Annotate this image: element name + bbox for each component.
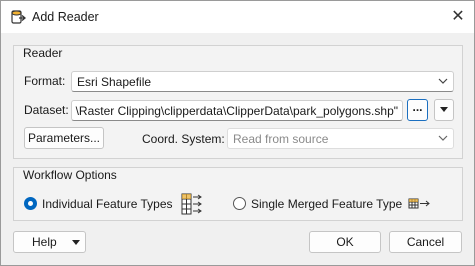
close-icon: ✕	[451, 8, 465, 25]
browse-button[interactable]: ...	[407, 99, 428, 121]
chevron-down-icon	[438, 78, 448, 84]
parameters-button[interactable]: Parameters...	[24, 127, 104, 149]
dataset-value: \Raster Clipping\clipperdata\ClipperData…	[75, 104, 398, 118]
ok-button[interactable]: OK	[309, 231, 381, 253]
merged-feature-type-icon	[408, 198, 430, 209]
add-reader-dialog: Add Reader ✕ Reader Format: Esri Shapefi…	[0, 0, 475, 266]
reader-app-icon	[11, 10, 26, 24]
close-button[interactable]: ✕	[446, 5, 470, 29]
reader-group: Reader Format: Esri Shapefile Dataset: \…	[13, 45, 463, 159]
individual-feature-types-radio[interactable]	[24, 197, 37, 210]
individual-feature-types-label[interactable]: Individual Feature Types	[42, 197, 173, 211]
title-bar: Add Reader ✕	[1, 1, 474, 33]
single-merged-feature-type-radio[interactable]	[233, 197, 246, 210]
dropdown-triangle-icon	[72, 240, 80, 245]
reader-group-title: Reader	[23, 46, 63, 60]
dataset-menu-button[interactable]	[434, 99, 454, 121]
cancel-button[interactable]: Cancel	[389, 231, 462, 253]
dataset-label: Dataset:	[24, 103, 69, 117]
coord-system-label: Coord. System:	[142, 132, 225, 146]
dialog-title: Add Reader	[32, 10, 99, 24]
format-combobox[interactable]: Esri Shapefile	[71, 71, 454, 92]
help-button[interactable]: Help	[13, 231, 86, 253]
coord-system-value: Read from source	[233, 132, 329, 146]
workflow-group-title: Workflow Options	[23, 168, 117, 182]
format-value: Esri Shapefile	[77, 75, 152, 89]
dataset-input[interactable]: \Raster Clipping\clipperdata\ClipperData…	[71, 100, 403, 121]
dropdown-triangle-icon	[440, 107, 448, 112]
single-merged-feature-type-label[interactable]: Single Merged Feature Type	[251, 197, 402, 211]
feature-types-icon	[181, 193, 202, 215]
coord-system-combobox[interactable]: Read from source	[227, 128, 454, 149]
workflow-options-group: Workflow Options Individual Feature Type…	[13, 167, 463, 221]
chevron-down-icon	[438, 135, 448, 141]
format-label: Format:	[24, 74, 66, 88]
